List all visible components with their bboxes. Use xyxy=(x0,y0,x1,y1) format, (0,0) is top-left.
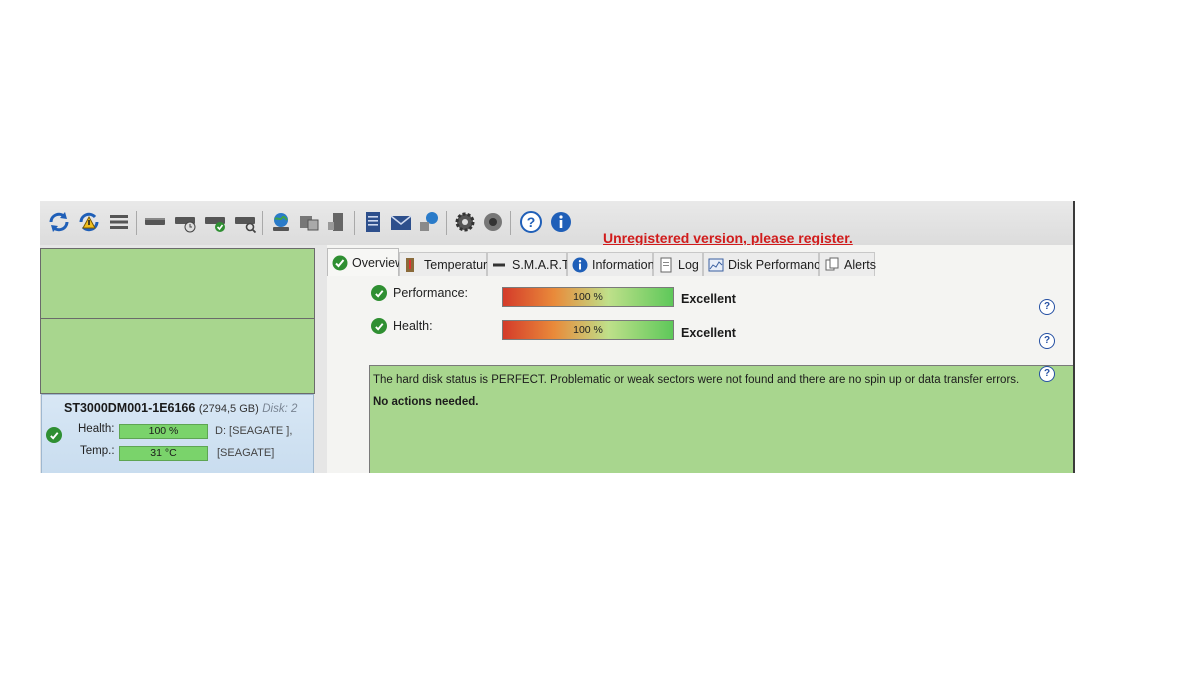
notes-icon[interactable] xyxy=(360,209,386,235)
gear-icon[interactable] xyxy=(452,209,478,235)
tab-label: Information xyxy=(592,257,655,272)
alerts-icon xyxy=(825,257,839,270)
performance-label: Performance: xyxy=(393,286,469,300)
tab-label: S.M.A.R.T. xyxy=(512,257,572,272)
disk-drive-name: [SEAGATE] xyxy=(217,447,275,459)
health-label: Health: xyxy=(393,319,433,333)
network-icon[interactable] xyxy=(416,209,442,235)
tab-disk-performance[interactable]: Disk Performance xyxy=(703,252,827,276)
chart-icon xyxy=(708,258,724,271)
status-help-icon[interactable]: ? xyxy=(1039,366,1055,382)
tab-smart[interactable]: S.M.A.R.T. xyxy=(487,252,572,276)
status-text-box: The hard disk status is PERFECT. Problem… xyxy=(369,365,1073,473)
info-icon[interactable] xyxy=(548,209,574,235)
tab-overview[interactable]: Overview xyxy=(327,248,404,276)
tab-temperature[interactable]: Temperature xyxy=(399,252,494,276)
toolbar: ? Unregistered version, please register. xyxy=(40,201,1073,246)
health-rating: Excellent xyxy=(681,326,736,340)
tab-log[interactable]: Log xyxy=(653,252,703,276)
disk-list-panel: ST3000DM001-1E6166 (2794,5 GB) Disk: 2 H… xyxy=(40,245,327,473)
health-help-icon[interactable]: ? xyxy=(1039,333,1055,349)
register-link[interactable]: Unregistered version, please register. xyxy=(603,230,853,246)
performance-rating: Excellent xyxy=(681,292,736,306)
disk-temp-bar: 31 °C xyxy=(119,446,208,461)
disk-health-bar: 100 % xyxy=(119,424,208,439)
thermometer-icon xyxy=(406,257,414,272)
drive-search-icon[interactable] xyxy=(232,209,258,235)
tab-label: Alerts xyxy=(844,257,876,272)
disk-list-entry-2[interactable] xyxy=(40,318,315,394)
disk-model: ST3000DM001-1E6166 xyxy=(64,401,196,415)
help-icon[interactable]: ? xyxy=(518,209,544,235)
disk-temp-label: Temp.: xyxy=(80,445,115,457)
status-action: No actions needed. xyxy=(373,396,479,408)
tab-label: Log xyxy=(678,257,699,272)
disk-number: Disk: 2 xyxy=(262,403,298,415)
tab-label: Overview xyxy=(352,255,405,270)
drive-icon[interactable] xyxy=(142,209,168,235)
disk-title: ST3000DM001-1E6166 (2794,5 GB) Disk: 2 xyxy=(64,401,297,415)
dash-icon xyxy=(493,263,505,266)
app-window: ? Unregistered version, please register.… xyxy=(40,201,1075,473)
tab-alerts[interactable]: Alerts xyxy=(819,252,876,276)
disk-drive-letter: D: [SEAGATE ], xyxy=(215,425,293,437)
disk-card-selected[interactable]: ST3000DM001-1E6166 (2794,5 GB) Disk: 2 H… xyxy=(41,394,314,473)
tab-label: Disk Performance xyxy=(728,257,828,272)
mail-icon[interactable] xyxy=(388,209,414,235)
refresh-icon[interactable] xyxy=(46,209,72,235)
tab-information[interactable]: Information xyxy=(567,252,655,276)
main-panel: Overview Temperature S.M.A.R.T. Informat… xyxy=(327,245,1073,473)
list-icon[interactable] xyxy=(106,209,132,235)
drive-timer-icon[interactable] xyxy=(172,209,198,235)
tab-bar: Overview Temperature S.M.A.R.T. Informat… xyxy=(327,248,887,278)
drive-check-icon[interactable] xyxy=(202,209,228,235)
disk-health-label: Health: xyxy=(78,423,115,435)
performance-bar: 100 % xyxy=(502,287,674,307)
refresh-warning-icon[interactable] xyxy=(76,209,102,235)
disk-size: (2794,5 GB) xyxy=(198,403,259,415)
health-bar: 100 % xyxy=(502,320,674,340)
globe-icon[interactable] xyxy=(268,209,294,235)
health-check-icon xyxy=(46,427,62,443)
speaker-icon[interactable] xyxy=(480,209,506,235)
info-icon xyxy=(572,257,588,272)
drive-usb-icon[interactable] xyxy=(324,209,350,235)
document-icon xyxy=(660,257,672,272)
drive-network-icon[interactable] xyxy=(296,209,322,235)
disk-list-entry-1[interactable] xyxy=(40,248,315,320)
performance-help-icon[interactable]: ? xyxy=(1039,299,1055,315)
svg-text:?: ? xyxy=(527,214,536,230)
status-message: The hard disk status is PERFECT. Problem… xyxy=(373,374,1020,386)
tab-label: Temperature xyxy=(424,257,495,272)
check-icon xyxy=(332,255,348,270)
health-row-check-icon xyxy=(371,318,387,334)
performance-check-icon xyxy=(371,285,387,301)
